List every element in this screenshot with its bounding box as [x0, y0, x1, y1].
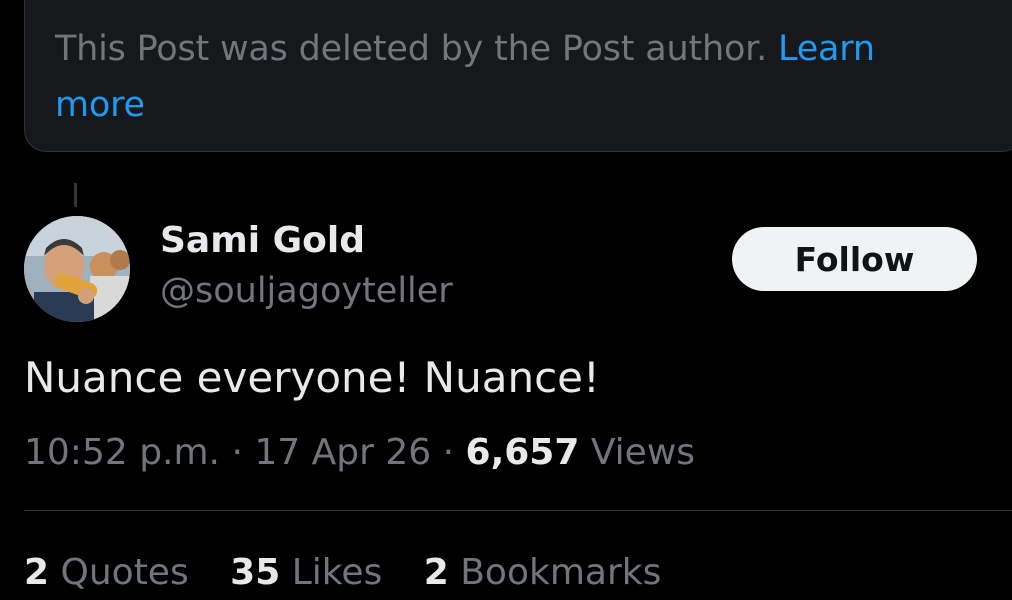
likes-count: 35: [230, 552, 281, 593]
quotes-count: 2: [24, 552, 50, 593]
quotes-stat[interactable]: 2 Quotes: [24, 548, 189, 598]
follow-button[interactable]: Follow: [732, 227, 977, 291]
likes-stat[interactable]: 35 Likes: [230, 548, 382, 598]
bookmarks-count: 2: [423, 552, 449, 593]
engagement-stats: 2 Quotes 35 Likes 2 Bookmarks: [24, 548, 691, 598]
meta-separator: ·: [442, 432, 455, 473]
post-date[interactable]: 17 Apr 26: [254, 432, 431, 473]
profile-photo-icon: [24, 216, 130, 322]
meta-separator: ·: [231, 432, 243, 473]
avatar[interactable]: [24, 216, 130, 322]
bookmarks-stat[interactable]: 2 Bookmarks: [424, 548, 662, 598]
deleted-post-notice: This Post was deleted by the Post author…: [24, 0, 1012, 152]
author-handle[interactable]: @souljagoyteller: [160, 268, 453, 314]
views-count: 6,657: [465, 432, 580, 473]
post-metadata: 10:52 p.m. · 17 Apr 26 · 6,657 Views: [24, 428, 695, 478]
divider: [24, 510, 1012, 511]
thread-connector-line: [74, 183, 77, 207]
views-label: Views: [590, 432, 696, 473]
post-time[interactable]: 10:52 p.m.: [24, 432, 220, 473]
deleted-notice-message: This Post was deleted by the Post author…: [55, 29, 768, 69]
deleted-notice-text: This Post was deleted by the Post author…: [55, 21, 963, 133]
post-text: Nuance everyone! Nuance!: [24, 353, 600, 402]
bookmarks-label: Bookmarks: [460, 552, 662, 593]
likes-label: Likes: [291, 552, 383, 593]
author-name[interactable]: Sami Gold: [160, 218, 365, 264]
quotes-label: Quotes: [60, 552, 189, 593]
